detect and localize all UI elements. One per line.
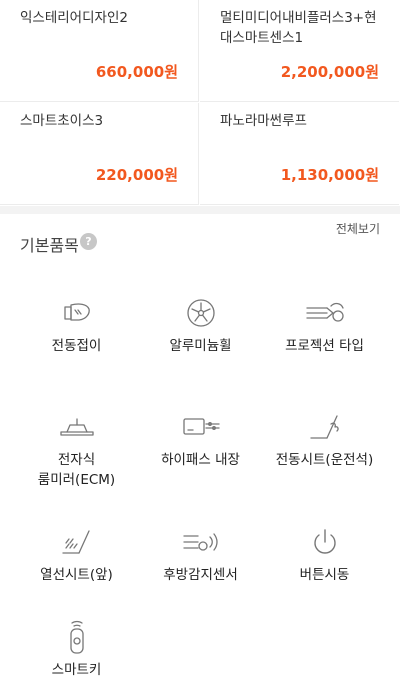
alloy-wheel-icon: [186, 299, 215, 327]
option-name: 스마트초이스3: [20, 113, 104, 129]
option-card[interactable]: 스마트초이스3 220,000원: [0, 103, 199, 205]
view-all-link[interactable]: 전체보기: [336, 220, 380, 237]
feature-item: 전동시트(운전석): [258, 410, 391, 470]
feature-item: 프로젝션 타입: [258, 296, 391, 356]
option-price: 2,200,000원: [280, 63, 379, 81]
option-name: 멀티미디어내비플러스3+현대스마트센스1: [220, 10, 377, 46]
feature-label: 하이패스 내장: [161, 452, 240, 468]
feature-item: 버튼시동: [258, 525, 391, 585]
smart-key-icon: [69, 620, 84, 654]
rear-sensor-icon: [182, 533, 218, 551]
feature-label: 알루미늄휠: [169, 338, 232, 354]
option-grid: 익스테리어디자인2 660,000원 멀티미디어내비플러스3+현대스마트센스1 …: [0, 0, 400, 206]
feature-item: 하이패스 내장: [134, 410, 267, 470]
option-card[interactable]: 멀티미디어내비플러스3+현대스마트센스1 2,200,000원: [200, 0, 399, 102]
feature-label: 전자식 룸미러(ECM): [37, 452, 116, 488]
power-seat-icon: [309, 415, 339, 439]
power-button-icon: [313, 529, 336, 554]
section-divider: [0, 206, 400, 214]
room-mirror-icon: [59, 418, 94, 436]
feature-item: 열선시트(앞): [10, 525, 143, 585]
basic-items-grid: 전동접이 알루미늄휠 프로젝션 타입 전자식 룸미러(ECM) 하이패스 내장 …: [0, 270, 400, 678]
feature-label: 전동접이: [51, 338, 102, 354]
feature-item: 전자식 룸미러(ECM): [10, 410, 143, 490]
feature-item: 스마트키: [10, 620, 143, 680]
help-icon[interactable]: ?: [80, 233, 97, 250]
folding-mirror-icon: [63, 303, 90, 321]
option-price: 1,130,000원: [280, 166, 379, 184]
feature-label: 전동시트(운전석): [275, 452, 374, 468]
feature-label: 프로젝션 타입: [285, 338, 364, 354]
feature-item: 알루미늄휠: [134, 296, 267, 356]
section-title: 기본품목: [20, 236, 79, 255]
heated-seat-icon: [61, 530, 90, 554]
feature-item: 후방감지센서: [134, 525, 267, 585]
hipass-icon: [182, 418, 220, 435]
projection-headlamp-icon: [305, 302, 344, 322]
option-name: 파노라마썬루프: [220, 113, 307, 129]
feature-label: 열선시트(앞): [40, 567, 113, 583]
option-card[interactable]: 익스테리어디자인2 660,000원: [0, 0, 199, 102]
option-price: 220,000원: [95, 166, 178, 184]
feature-label: 후방감지센서: [163, 567, 238, 583]
feature-item: 전동접이: [10, 296, 143, 356]
feature-label: 스마트키: [51, 662, 102, 678]
option-name: 익스테리어디자인2: [20, 10, 128, 26]
feature-label: 버튼시동: [299, 567, 350, 583]
option-card[interactable]: 파노라마썬루프 1,130,000원: [200, 103, 399, 205]
basic-items-header: 기본품목 ? 전체보기: [0, 214, 400, 270]
option-price: 660,000원: [95, 63, 178, 81]
